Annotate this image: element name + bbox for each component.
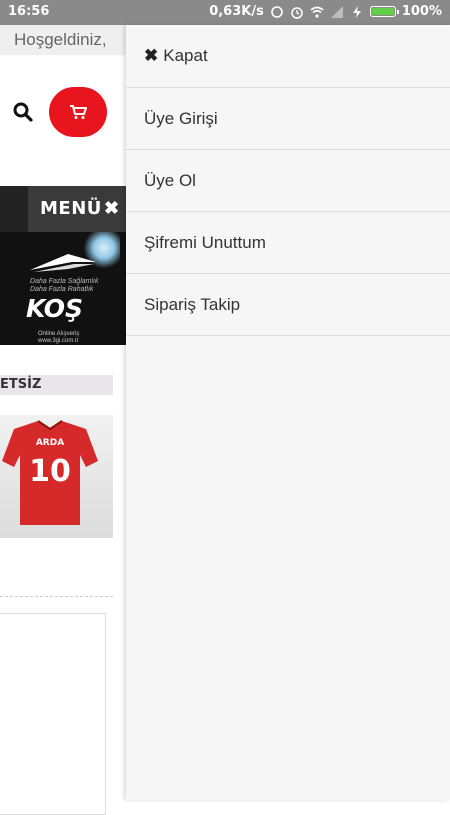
drawer-close-button[interactable]: ✖ Kapat (126, 25, 450, 88)
divider (0, 596, 113, 597)
jersey-name: ARDA (36, 438, 64, 448)
search-icon[interactable] (12, 101, 34, 123)
sync-icon (271, 5, 283, 18)
drawer-item-login[interactable]: Üye Girişi (126, 88, 450, 150)
banner-tagline: Daha Fazla Sağlamlık Daha Fazla Rahatlık (30, 278, 99, 293)
drawer-item-forgot-password[interactable]: Şifremi Unuttum (126, 212, 450, 274)
battery-percent: 100% (401, 4, 442, 19)
alarm-icon (291, 6, 303, 19)
close-icon: ✖ (144, 46, 159, 65)
close-label: Kapat (163, 46, 208, 65)
cart-icon (70, 105, 87, 119)
drawer-item-register[interactable]: Üye Ol (126, 150, 450, 212)
jersey-number: 10 (29, 454, 71, 489)
status-time: 16:56 (8, 4, 50, 19)
banner-title: KOŞ (26, 294, 84, 323)
signal-icon (330, 5, 343, 18)
section-heading: ETSİZ (0, 375, 113, 395)
wifi-icon (310, 6, 324, 18)
side-drawer: ✖ Kapat Üye Girişi Üye Ol Şifremi Unuttu… (126, 25, 450, 800)
product-card[interactable] (0, 613, 106, 815)
drawer-item-order-tracking[interactable]: Sipariş Takip (126, 274, 450, 336)
cart-button[interactable] (49, 87, 107, 137)
welcome-text: Hoşgeldiniz, (14, 30, 107, 49)
banner-footer: Online Alışveriş www.3gi.com.tr (38, 331, 80, 344)
menu-label: MENÜ (40, 198, 102, 219)
menu-close-icon[interactable]: ✖ (104, 198, 119, 219)
status-bar: 16:56 0,63K/s 100% (0, 0, 450, 25)
menu-bar[interactable]: MENÜ ✖ (0, 186, 126, 232)
product-image[interactable]: ARDA 10 (0, 415, 113, 538)
status-icons: 0,63K/s 100% (209, 4, 442, 19)
charging-icon (352, 5, 361, 18)
promo-banner[interactable]: Daha Fazla Sağlamlık Daha Fazla Rahatlık… (0, 232, 126, 345)
battery-icon (369, 6, 399, 17)
brand-logo (30, 254, 96, 272)
jersey-image: ARDA 10 (2, 420, 98, 525)
network-speed: 0,63K/s (209, 4, 264, 19)
